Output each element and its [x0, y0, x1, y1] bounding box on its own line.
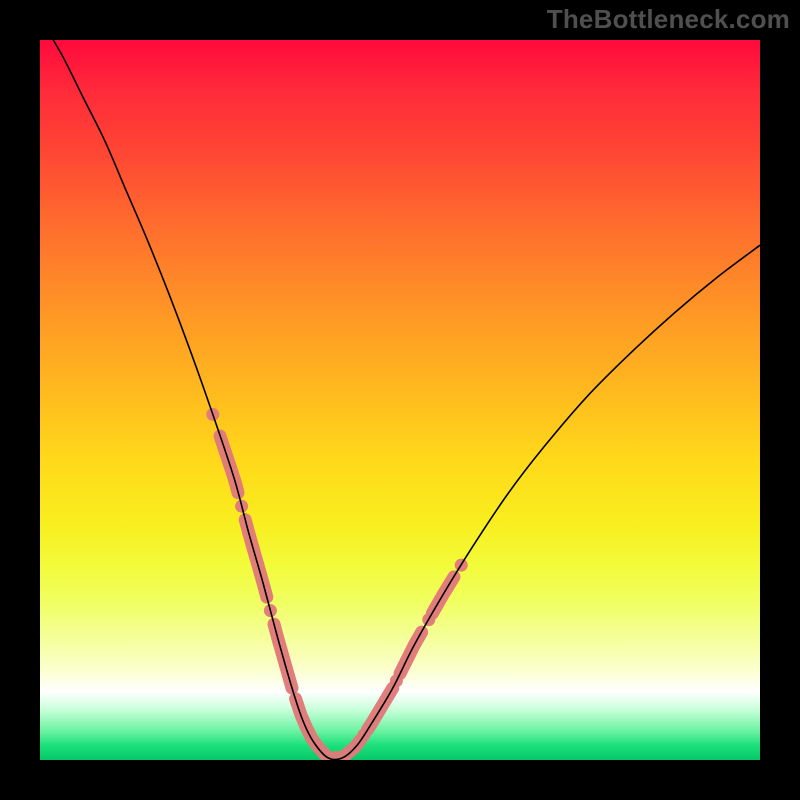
watermark-text: TheBottleneck.com — [547, 4, 790, 35]
plot-area — [40, 40, 760, 760]
curve-svg — [40, 40, 760, 760]
bottleneck-curve-path — [40, 40, 760, 760]
marker-group — [206, 408, 467, 758]
chart-frame: TheBottleneck.com — [0, 0, 800, 800]
